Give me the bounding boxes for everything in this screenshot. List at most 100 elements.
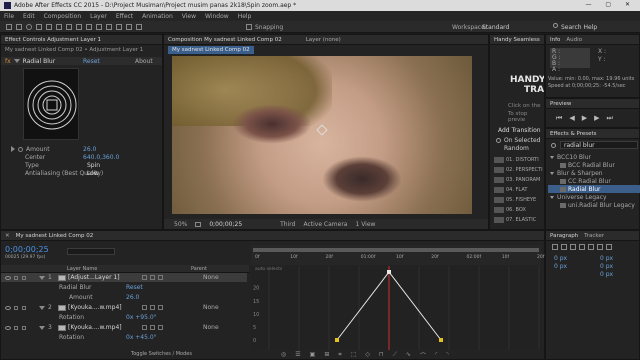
space-before-value[interactable]: 0 px [554, 263, 567, 270]
resolution-select[interactable]: Third [280, 221, 295, 228]
tab-timeline[interactable]: My sadnest Linked Comp 02 [16, 233, 94, 239]
layer-parent-select[interactable]: None [203, 304, 219, 311]
first-frame-icon[interactable]: ⏮ [556, 114, 562, 123]
layer-row[interactable]: 2 [Kyouka....w.mp4] None [1, 303, 247, 312]
camera-tool-icon[interactable] [46, 24, 52, 30]
indent-right-value[interactable]: 0 px [600, 255, 613, 262]
layer-switches[interactable] [142, 275, 163, 280]
graph-fit-icon[interactable]: ▣ [310, 351, 316, 360]
layer-row[interactable]: 3 [Kyouka....w.mp4] None [1, 323, 247, 332]
transition-item[interactable]: 04. FLAT [506, 187, 527, 193]
layer-switches[interactable] [142, 305, 163, 310]
hand-tool-icon[interactable] [16, 24, 22, 30]
graph-ease-icon[interactable]: ⌒ [420, 351, 426, 360]
tab-composition[interactable]: Composition My sadnest Linked Comp 02 [168, 37, 282, 43]
eraser-tool-icon[interactable] [116, 24, 122, 30]
transition-item[interactable]: 07. ELASTIC [506, 217, 536, 223]
lock-icon[interactable] [22, 275, 26, 280]
play-icon[interactable]: ▶ [582, 114, 587, 123]
graph-hold-icon[interactable]: ⊓ [379, 351, 384, 360]
camera-snapshot-icon[interactable] [195, 221, 202, 227]
keyframe-point[interactable] [387, 270, 391, 274]
graph-editor[interactable]: 20 15 10 5 0 auto selects [251, 266, 541, 350]
puppet-tool-icon[interactable] [136, 24, 142, 30]
effects-tree-group[interactable]: BCC10 Blur [548, 153, 640, 161]
transition-item[interactable]: 02. PERSPECTI [506, 167, 543, 173]
layer-switches[interactable] [142, 325, 163, 330]
menu-effect[interactable]: Effect [116, 13, 133, 20]
solo-icon[interactable] [14, 305, 18, 310]
menu-help[interactable]: Help [238, 13, 252, 20]
lock-icon[interactable] [22, 305, 26, 310]
prop-center-value[interactable]: 640.0,360.0 [83, 154, 119, 161]
graph-list-icon[interactable]: ☰ [295, 351, 300, 360]
graph-keyframe-icon[interactable]: ◇ [365, 351, 370, 360]
menu-edit[interactable]: Edit [23, 13, 35, 20]
menu-view[interactable]: View [182, 13, 196, 20]
window-controls[interactable]: — ▢ ✕ [585, 1, 636, 8]
align-right-icon[interactable] [570, 244, 576, 250]
transition-item[interactable]: 03. PANORAM [506, 177, 540, 183]
work-area-bar[interactable] [253, 248, 539, 252]
visibility-eye-icon[interactable] [5, 305, 11, 310]
fx-badge[interactable]: fx [5, 58, 11, 65]
indent-first-value[interactable]: 0 px [600, 263, 613, 270]
fx-reset-button[interactable]: Reset [83, 58, 100, 65]
tab-info[interactable]: Info [550, 37, 560, 43]
effects-tree-item[interactable]: CC Radial Blur [548, 177, 640, 185]
graph-eye-icon[interactable]: ◎ [281, 351, 286, 360]
justify-left-icon[interactable] [579, 244, 585, 250]
property-value[interactable]: Reset [126, 284, 143, 291]
layer-property-row[interactable]: Rotation 0x +45.0° [1, 333, 247, 342]
effects-tree-item[interactable]: uni.Radial Blur Legacy [548, 201, 640, 209]
comp-viewer[interactable] [172, 56, 472, 214]
graph-frame-icon[interactable]: ⬚ [351, 351, 357, 360]
tab-effect-controls[interactable]: Effect Controls Adjustment Layer 1 [5, 37, 101, 43]
selection-tool-icon[interactable] [6, 24, 12, 30]
tab-tracker[interactable]: Tracker [584, 233, 604, 239]
justify-right-icon[interactable] [597, 244, 603, 250]
graph-snap-icon[interactable]: ⌗ [338, 351, 341, 360]
comp-name-tab[interactable]: My sadnest Linked Comp 02 [168, 46, 254, 54]
justify-all-icon[interactable] [606, 244, 612, 250]
tab-effects-presets[interactable]: Effects & Presets [550, 131, 597, 137]
text-tool-icon[interactable] [86, 24, 92, 30]
effects-tree-group[interactable]: Blur & Sharpen [548, 169, 640, 177]
prop-antialiasing-select[interactable]: Low [87, 170, 99, 177]
layer-row[interactable]: 1 [Adjust...Layer 1] None [1, 273, 247, 282]
solo-icon[interactable] [14, 275, 18, 280]
visibility-eye-icon[interactable] [5, 325, 11, 330]
tab-paragraph[interactable]: Paragraph [550, 233, 578, 239]
views-select[interactable]: 1 View [355, 221, 375, 228]
last-frame-icon[interactable]: ⏭ [606, 114, 612, 123]
transition-item[interactable]: 05. FISHEYE [506, 197, 536, 203]
roto-tool-icon[interactable] [126, 24, 132, 30]
layer-property-row[interactable]: Rotation 0x +95.0° [1, 313, 247, 322]
effects-tree-group[interactable]: Universe Legacy [548, 193, 640, 201]
property-value[interactable]: 26.0 [126, 294, 139, 301]
pan-tool-icon[interactable] [56, 24, 62, 30]
effects-tree-item[interactable]: BCC Radial Blur [548, 161, 640, 169]
align-left-icon[interactable] [552, 244, 558, 250]
rotate-tool-icon[interactable] [36, 24, 42, 30]
prop-type-select[interactable]: Spin [87, 162, 100, 169]
effects-search-input[interactable]: radial blur [560, 141, 638, 149]
indent-left-value[interactable]: 0 px [554, 255, 567, 262]
menu-window[interactable]: Window [205, 13, 229, 20]
effects-tree-item[interactable]: Radial Blur [548, 185, 640, 193]
on-selected-radio[interactable] [496, 138, 501, 143]
timeline-close-icon[interactable]: ✕ [5, 233, 10, 239]
zoom-tool-icon[interactable] [26, 24, 32, 30]
transition-item[interactable]: 01. DISTORTI [506, 157, 539, 163]
tool-icons[interactable] [6, 24, 142, 30]
justify-center-icon[interactable] [588, 244, 594, 250]
solo-icon[interactable] [14, 325, 18, 330]
stopwatch-icon[interactable] [18, 146, 23, 152]
lock-icon[interactable] [22, 325, 26, 330]
fx-about-button[interactable]: About [135, 58, 153, 65]
next-frame-icon[interactable]: ▶ [594, 114, 599, 123]
layer-parent-select[interactable]: None [203, 324, 219, 331]
visibility-eye-icon[interactable] [5, 275, 11, 280]
graph-ease-out-icon[interactable]: ◝ [446, 351, 448, 360]
tab-audio[interactable]: Audio [566, 37, 582, 43]
